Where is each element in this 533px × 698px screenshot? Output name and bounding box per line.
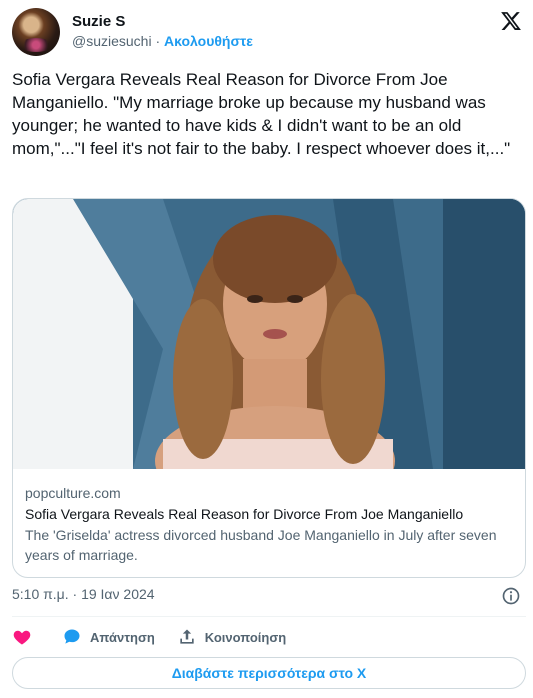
reply-button[interactable]: Απάντηση <box>62 627 155 647</box>
x-logo-icon[interactable] <box>500 10 522 32</box>
card-image[interactable] <box>13 199 525 469</box>
author-handle[interactable]: @suziesuchi <box>72 33 152 49</box>
tweet-timestamp[interactable]: 5:10 π.μ. · 19 Ιαν 2024 <box>12 586 155 602</box>
like-button[interactable] <box>12 627 40 647</box>
heart-icon <box>13 630 31 645</box>
divider <box>12 616 526 617</box>
action-bar: Απάντηση Κοινοποίηση <box>12 624 308 650</box>
share-icon <box>180 629 194 644</box>
avatar[interactable] <box>12 8 60 56</box>
share-label: Κοινοποίηση <box>204 629 287 645</box>
link-card[interactable]: popculture.com Sofia Vergara Reveals Rea… <box>12 198 526 578</box>
share-button[interactable]: Κοινοποίηση <box>177 627 286 647</box>
reply-label: Απάντηση <box>90 629 155 645</box>
card-title: Sofia Vergara Reveals Real Reason for Di… <box>25 506 464 522</box>
handle-separator: · <box>155 33 161 49</box>
read-more-button[interactable]: Διαβάστε περισσότερα στο X <box>12 657 526 689</box>
author-name[interactable]: Suzie S <box>72 13 125 30</box>
tweet-header: Suzie S @suziesuchi · Ακολουθήστε <box>12 8 524 56</box>
author-handle-row: @suziesuchi · Ακολουθήστε <box>72 33 253 49</box>
speech-bubble-icon <box>64 629 80 644</box>
card-domain: popculture.com <box>25 485 121 501</box>
info-icon[interactable] <box>501 586 521 606</box>
follow-link[interactable]: Ακολουθήστε <box>164 33 253 49</box>
card-photo <box>13 199 525 469</box>
card-meta: popculture.com Sofia Vergara Reveals Rea… <box>13 469 525 577</box>
tweet-text: Sofia Vergara Reveals Real Reason for Di… <box>12 70 511 158</box>
card-description: The 'Griselda' actress divorced husband … <box>25 527 497 563</box>
